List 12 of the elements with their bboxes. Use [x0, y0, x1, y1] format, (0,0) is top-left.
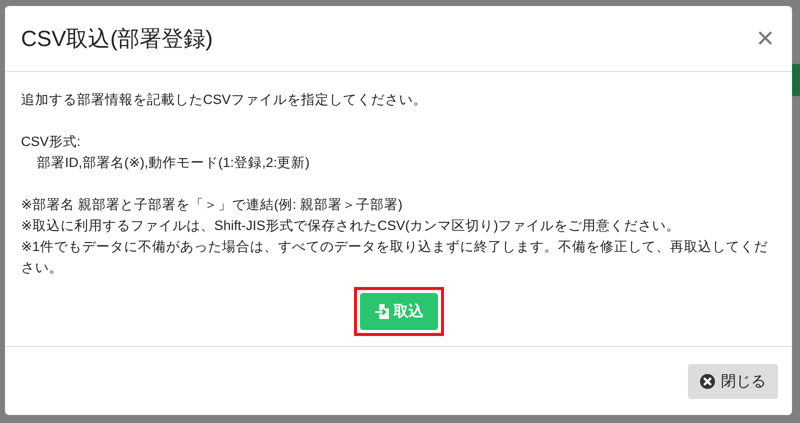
note-text: ※取込に利用するファイルは、Shift-JIS形式で保存されたCSV(カンマ区切り)ファイルをご用意ください。 — [21, 217, 682, 235]
format-text: 部署ID,部署名(※),動作モード(1:登録,2:更新) — [36, 154, 311, 172]
note-text: ※1件でもデータに不備があった場合は、すべてのデータを取り込まずに終了します。不備を修正して、再取込してください。 — [21, 238, 769, 277]
dialog-title: CSV取込(部署登録) — [21, 24, 213, 52]
instruction-text: 追加する部署情報を記載したCSVファイルを指定してください。 — [21, 91, 428, 109]
file-import-icon — [374, 303, 390, 320]
close-icon — [700, 374, 715, 388]
note-text: ※部署名 親部署と子部署を「＞」で連結(例: 親部署＞子部署) — [21, 196, 404, 214]
close-button[interactable]: × — [754, 24, 776, 54]
close-button[interactable]: 閉じる — [688, 364, 778, 398]
format-label: CSV形式: — [21, 133, 82, 151]
import-button[interactable]: 取込 — [360, 293, 438, 330]
